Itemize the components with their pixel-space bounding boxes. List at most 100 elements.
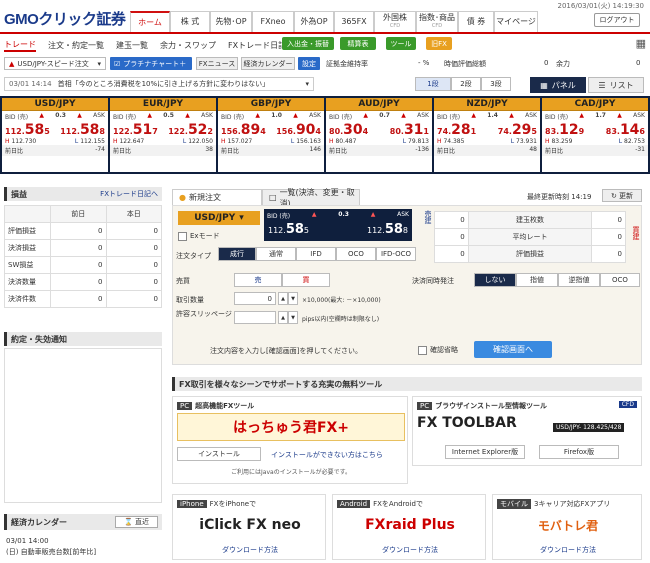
rows-2-button[interactable]: 2段 <box>451 77 481 91</box>
rows-3-button[interactable]: 3段 <box>481 77 511 91</box>
sell-button[interactable]: 売 <box>234 273 282 287</box>
arrow-up-icon: ▲ <box>39 112 45 119</box>
news-button[interactable]: FXニュース <box>196 57 238 70</box>
order-type-select[interactable]: ▲ USD/JPY-スピード注文 ▾ <box>4 57 106 70</box>
confirm-button[interactable]: 確認画面へ <box>474 341 552 358</box>
ask-price[interactable]: 122.522 <box>168 122 213 138</box>
ask-price[interactable]: 83.146 <box>606 122 645 138</box>
prev-label: 前日比 <box>113 148 132 155</box>
tab-mypage[interactable]: マイページ <box>494 11 538 32</box>
ask-price[interactable]: 74.295 <box>498 122 537 138</box>
deposit-button[interactable]: 入出金・振替 <box>282 37 334 50</box>
bid-price[interactable]: 122.517 <box>113 122 158 138</box>
tab-new-order[interactable]: ● 新規注文 <box>172 189 262 205</box>
ask-price[interactable]: 156.904 <box>276 122 321 138</box>
type-oco[interactable]: OCO <box>336 247 376 261</box>
fxraid-logo[interactable]: FXraid Plus <box>337 511 483 539</box>
hatchu-install-button[interactable]: インストール <box>177 447 261 461</box>
ask-price[interactable]: 112.588 <box>60 122 105 138</box>
ie-download-button[interactable]: Internet Explorer版 <box>445 445 525 459</box>
tab-order-list[interactable]: □ 一覧(決済、変更・取消) <box>262 188 360 208</box>
rate-panel-nzd-jpy[interactable]: NZD/JPY BID (売) ▲ 1.4 ▲ ASK 74.281 74.295 H 74.3… <box>434 98 540 172</box>
qty-input[interactable]: 0 <box>234 292 276 305</box>
old-fx-button[interactable]: 旧FX <box>426 37 452 50</box>
qty-down-button[interactable]: ▼ <box>288 292 298 305</box>
tab-foreign-stock[interactable]: 外国株 CFD <box>374 11 416 32</box>
refresh-button[interactable]: ↻ 更新 <box>602 189 642 202</box>
slippage-input[interactable] <box>234 311 276 324</box>
list-view-button[interactable]: ☰ リスト <box>588 77 644 93</box>
tab-index[interactable]: 指数･商品 CFD <box>416 11 458 32</box>
calendar-icon[interactable]: ▦ <box>636 37 646 50</box>
chart-button[interactable]: ☑ プラチナチャート＋ <box>110 57 192 70</box>
gmo-logo[interactable]: GMOクリック証券 <box>4 8 126 29</box>
settle-oco[interactable]: OCO <box>600 273 640 287</box>
ask-price[interactable]: 80.311 <box>390 122 429 138</box>
tab-fxneo[interactable]: FXneo <box>252 11 294 32</box>
iphone-promo: iPhone FXをiPhoneで iClick FX neo ダウンロード方法 <box>172 494 326 560</box>
tools-button[interactable]: ツール <box>386 37 416 50</box>
bid-price[interactable]: 74.281 <box>437 122 476 138</box>
mobatore-logo[interactable]: モバトレ君 <box>497 511 639 539</box>
slip-up-button[interactable]: ▲ <box>278 311 288 324</box>
settle-limit[interactable]: 指値 <box>516 273 558 287</box>
qty-up-button[interactable]: ▲ <box>278 292 288 305</box>
order-instruction: 注文内容を入力し[確認画面]を押してください。 <box>210 347 363 355</box>
skip-confirm-checkbox[interactable]: 確認省略 <box>418 345 458 355</box>
bid-price[interactable]: 112.585 <box>5 122 50 138</box>
firefox-download-button[interactable]: Firefox版 <box>539 445 619 459</box>
hatchu-cant-install-link[interactable]: インストールができない方はこちら <box>271 450 383 460</box>
type-normal[interactable]: 通常 <box>256 247 296 261</box>
logout-button[interactable]: ログアウト <box>594 13 640 27</box>
type-ifd[interactable]: IFD <box>296 247 336 261</box>
settings-button[interactable]: 設定 <box>298 57 320 70</box>
type-ifdoco[interactable]: IFD-OCO <box>376 247 416 261</box>
slip-down-button[interactable]: ▼ <box>288 311 298 324</box>
bid-price[interactable]: 156.894 <box>221 122 266 138</box>
subnav-margin[interactable]: 余力・スワップ <box>160 40 216 51</box>
rate-panel-eur-jpy[interactable]: EUR/JPY BID (売) ▲ 0.5 ▲ ASK 122.517 122.522 H 12… <box>110 98 216 172</box>
side-label: 売買 <box>176 277 190 285</box>
header-divider <box>0 32 650 34</box>
rate-panel-aud-jpy[interactable]: AUD/JPY BID (売) ▲ 0.7 ▲ ASK 80.304 80.311 H 80.4… <box>326 98 432 172</box>
subnav-positions[interactable]: 建玉一覧 <box>116 40 148 51</box>
slippage-label: 許容スリッページ <box>176 310 232 318</box>
settle-stop[interactable]: 逆指値 <box>558 273 600 287</box>
tab-futures[interactable]: 先物･OP <box>210 11 252 32</box>
recent-button[interactable]: ⌛ 直近 <box>115 516 158 528</box>
statement-button[interactable]: 精算表 <box>340 37 376 50</box>
subnav-orders[interactable]: 注文・約定一覧 <box>48 40 104 51</box>
tab-365fx[interactable]: 365FX <box>334 11 374 32</box>
diary-link[interactable]: FXトレード日記へ <box>100 189 158 199</box>
tab-fxop[interactable]: 外為OP <box>294 11 334 32</box>
iphone-download-link[interactable]: ダウンロード方法 <box>177 545 323 555</box>
order-ask-price[interactable]: 112.588 <box>367 222 408 237</box>
buy-button[interactable]: 買 <box>282 273 330 287</box>
mobile-download-link[interactable]: ダウンロード方法 <box>497 545 639 555</box>
bid-price[interactable]: 80.304 <box>329 122 368 138</box>
settle-none[interactable]: しない <box>474 273 516 287</box>
exmode-checkbox[interactable]: Exモード <box>178 231 220 241</box>
order-bid-price[interactable]: 112.585 <box>268 222 309 237</box>
rate-panel-gbp-jpy[interactable]: GBP/JPY BID (売) ▲ 1.0 ▲ ASK 156.894 156.904 H 15… <box>218 98 324 172</box>
hatchu-logo[interactable]: はっちゅう君FX+ <box>177 413 405 441</box>
rate-panel-usd-jpy[interactable]: USD/JPY BID (売) ▲ 0.3 ▲ ASK 112.585 112.588 H 11… <box>2 98 108 172</box>
bid-price[interactable]: 83.129 <box>545 122 584 138</box>
iclick-logo[interactable]: iClick FX neo <box>177 511 323 539</box>
rows-1-button[interactable]: 1段 <box>415 77 451 91</box>
android-download-link[interactable]: ダウンロード方法 <box>337 545 483 555</box>
eval-label: 時価評価総額 <box>444 60 486 68</box>
type-market[interactable]: 成行 <box>218 247 256 261</box>
order-pair-select[interactable]: USD/JPY ▾ <box>178 211 260 225</box>
subnav-diary[interactable]: FXトレード日記 <box>228 40 286 51</box>
ask-label: ASK <box>417 112 429 119</box>
news-ticker[interactable]: 03/01 14:14 首相「今のところ消費税を10%に引き上げる方針に変わりはな… <box>4 77 314 91</box>
calendar-button[interactable]: 経済カレンダー <box>241 57 295 70</box>
grid-icon: ▦ <box>540 80 548 90</box>
subnav-trade[interactable]: トレード <box>4 39 36 52</box>
tab-home[interactable]: ホーム <box>130 11 170 32</box>
panel-view-button[interactable]: ▦ パネル <box>530 77 586 93</box>
tab-bond[interactable]: 債 券 <box>458 11 494 32</box>
tab-stock[interactable]: 株 式 <box>170 11 210 32</box>
rate-panel-cad-jpy[interactable]: CAD/JPY BID (売) ▲ 1.7 ▲ ASK 83.129 83.146 H 83.2… <box>542 98 648 172</box>
